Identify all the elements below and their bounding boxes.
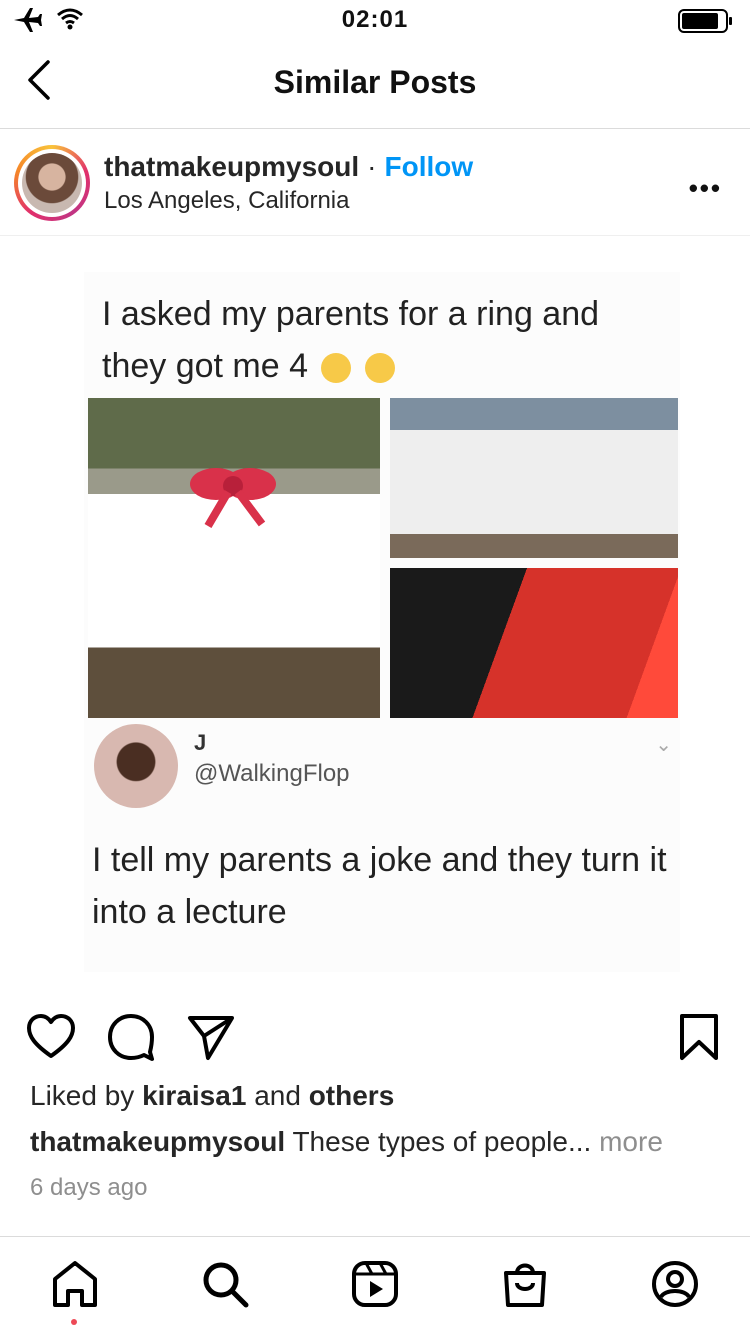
liked-by-user[interactable]: kiraisa1: [142, 1080, 246, 1111]
car-rear-photo: [390, 398, 678, 558]
post-caption: thatmakeupmysoul These types of people..…: [30, 1126, 730, 1158]
post-location[interactable]: Los Angeles, California: [104, 187, 349, 215]
shop-bag-icon[interactable]: [500, 1259, 550, 1309]
post-header: thatmakeupmysoul · Follow Los Angeles, Cal…: [0, 129, 750, 236]
post-image[interactable]: I asked my parents for a ring and they g…: [0, 236, 750, 996]
caption-username[interactable]: thatmakeupmysoul: [30, 1126, 285, 1157]
status-time: 02:01: [341, 6, 409, 33]
meme-content: I asked my parents for a ring and they g…: [84, 272, 680, 972]
crying-emoji-icon: [321, 353, 352, 384]
liked-by-others[interactable]: others: [309, 1080, 395, 1111]
tweet-handle: @WalkingFlop: [194, 760, 350, 787]
post-action-bar: [0, 1008, 750, 1068]
heart-icon[interactable]: [26, 1012, 76, 1062]
reels-icon[interactable]: [350, 1259, 400, 1309]
meme-bottom-text: I tell my parents a joke and they turn i…: [92, 841, 667, 931]
heart-eyes-cat-emoji-icon: [364, 353, 395, 384]
status-bar: 02:01: [0, 0, 750, 44]
post-timestamp: 6 days ago: [30, 1174, 148, 1201]
car-front-photo: [88, 398, 380, 718]
save-bookmark-icon[interactable]: [674, 1012, 724, 1062]
comment-icon[interactable]: [106, 1012, 156, 1062]
profile-icon[interactable]: [650, 1259, 700, 1309]
tweet-avatar: [94, 724, 178, 808]
story-avatar[interactable]: [14, 145, 90, 221]
chevron-down-icon: ⌄: [655, 734, 672, 756]
page-title: Similar Posts: [273, 64, 477, 100]
notification-dot: [71, 1319, 77, 1325]
share-icon[interactable]: [186, 1012, 236, 1062]
navigation-header: Similar Posts: [0, 44, 750, 129]
separator-dot: ·: [367, 151, 377, 182]
home-icon[interactable]: [50, 1259, 100, 1309]
tweet-name: J: [194, 730, 207, 755]
caption-text: These types of people...: [292, 1126, 592, 1157]
more-options-icon[interactable]: •••: [689, 173, 722, 204]
search-icon[interactable]: [200, 1259, 250, 1309]
red-bow-icon: [190, 468, 276, 528]
caption-more-link[interactable]: more: [599, 1126, 663, 1157]
follow-button[interactable]: Follow: [385, 151, 474, 182]
likes-summary[interactable]: Liked by kiraisa1 and others: [30, 1080, 394, 1112]
car-interior-photo: [390, 568, 678, 718]
meme-top-text: I asked my parents for a ring and they g…: [102, 295, 600, 385]
avatar-photo: [22, 153, 82, 213]
bottom-tab-bar: [0, 1236, 750, 1335]
battery-icon: [678, 9, 732, 33]
post-username[interactable]: thatmakeupmysoul: [104, 151, 359, 182]
